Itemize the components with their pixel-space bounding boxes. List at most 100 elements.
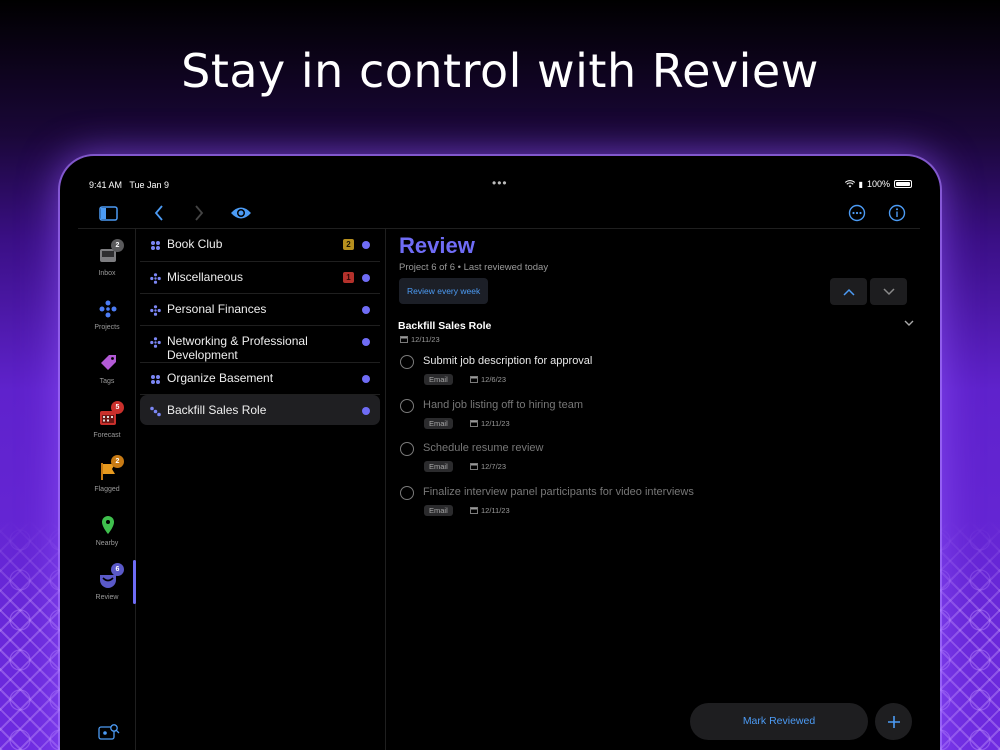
toolbar	[60, 200, 940, 228]
task-tag[interactable]: Email	[424, 504, 453, 516]
task-title: Submit job description for approval	[423, 355, 593, 367]
review-dot	[362, 306, 370, 314]
task-checkbox[interactable]	[400, 398, 414, 413]
task-checkbox[interactable]	[400, 355, 414, 369]
task-row[interactable]: Schedule resume review Email 12/7/23	[400, 440, 900, 480]
project-name: Organize Basement	[167, 371, 274, 385]
task-title: Schedule resume review	[423, 442, 544, 455]
review-interval-button[interactable]: Review every week	[399, 278, 489, 304]
project-row-book-club[interactable]: Book Club 2	[140, 229, 380, 262]
single-actions-icon	[150, 273, 161, 284]
forward-button[interactable]	[186, 200, 212, 226]
battery-percent: 100%	[866, 179, 890, 189]
multitasking-dots-icon[interactable]: •••	[492, 176, 508, 190]
flagged-badge: 2	[111, 455, 124, 468]
task-tag[interactable]: Email	[424, 417, 453, 429]
project-row-backfill-sales-role[interactable]: Backfill Sales Role	[140, 395, 380, 425]
lock-icon: ▮	[858, 179, 863, 189]
chevron-right-icon	[195, 205, 204, 221]
sidebar-icon	[98, 205, 118, 221]
info-button[interactable]	[884, 200, 910, 226]
task-title: Finalize interview panel participants fo…	[423, 485, 694, 498]
calendar-icon	[470, 463, 478, 471]
task-row[interactable]: Finalize interview panel participants fo…	[400, 484, 900, 524]
status-right: ▮ 100%	[844, 179, 912, 189]
review-detail: Review Project 6 of 6 • Last reviewed to…	[387, 229, 940, 750]
headline: Stay in control with Review	[181, 44, 819, 98]
review-dot	[362, 274, 370, 282]
parallel-project-icon	[151, 375, 160, 384]
project-name: Miscellaneous	[167, 270, 244, 284]
calendar-icon	[470, 506, 478, 514]
view-options-button[interactable]	[226, 200, 256, 226]
review-dot	[362, 407, 370, 415]
task-due: 12/11/23	[470, 505, 510, 516]
single-actions-icon	[150, 305, 161, 316]
mark-reviewed-button[interactable]: Mark Reviewed	[690, 703, 868, 740]
chevron-left-icon	[154, 205, 163, 221]
calendar-icon	[470, 376, 478, 383]
task-row[interactable]: Submit job description for approval Email…	[400, 353, 900, 393]
task-checkbox[interactable]	[400, 442, 414, 457]
project-badge: 1	[343, 272, 354, 283]
project-name: Backfill Sales Role	[167, 403, 267, 417]
previous-project-button[interactable]	[830, 278, 867, 305]
ellipsis-circle-icon	[848, 204, 866, 222]
rail-item-nearby[interactable]: Nearby	[78, 515, 136, 565]
rail-label: Nearby	[95, 540, 119, 547]
rail-item-projects[interactable]: Projects	[78, 299, 136, 349]
next-project-button[interactable]	[870, 278, 907, 305]
parallel-project-icon	[151, 241, 160, 250]
task-title: Hand job listing off to hiring team	[423, 398, 583, 411]
chevron-up-icon	[842, 288, 855, 296]
rail-item-flagged[interactable]: 2 Flagged	[78, 455, 136, 511]
rail-label: Tags	[99, 378, 115, 385]
status-bar: 9:41 AM Tue Jan 9 ••• ▮ 100%	[60, 176, 940, 192]
single-actions-icon	[150, 337, 161, 348]
status-time: 9:41 AM Tue Jan 9	[89, 180, 170, 190]
rail-label: Flagged	[94, 486, 120, 493]
ipad-frame: 9:41 AM Tue Jan 9 ••• ▮ 100% 2 Inbox Pro…	[60, 156, 940, 750]
add-item-button[interactable]	[875, 703, 912, 740]
review-subtitle: Project 6 of 6 • Last reviewed today	[399, 262, 549, 273]
collapse-chevron-icon[interactable]	[904, 320, 914, 327]
sequential-project-icon	[150, 406, 161, 417]
rail-item-tags[interactable]: Tags	[78, 353, 136, 403]
project-row-miscellaneous[interactable]: Miscellaneous 1	[140, 262, 380, 294]
more-button[interactable]	[844, 200, 870, 226]
review-dot	[362, 241, 370, 249]
task-checkbox[interactable]	[400, 485, 414, 500]
calendar-icon	[400, 336, 408, 343]
project-name: Book Club	[167, 237, 223, 251]
review-dot	[362, 338, 370, 346]
task-tag[interactable]: Email	[424, 374, 453, 385]
back-button[interactable]	[146, 200, 172, 226]
project-due: 12/11/23	[400, 335, 440, 344]
task-tag[interactable]: Email	[424, 461, 453, 473]
wifi-icon	[844, 180, 855, 188]
rail-item-inbox[interactable]: 2 Inbox	[78, 239, 136, 295]
project-row-organize-basement[interactable]: Organize Basement	[140, 363, 380, 395]
battery-icon	[894, 180, 912, 188]
rail-label: Review	[95, 594, 119, 601]
info-icon	[888, 204, 906, 222]
pin-icon	[102, 516, 114, 534]
plus-icon	[887, 715, 900, 728]
inbox-badge: 2	[111, 239, 124, 252]
sidebar-toggle-button[interactable]	[95, 200, 121, 226]
task-due: 12/7/23	[470, 461, 506, 472]
task-due: 12/6/23	[470, 374, 506, 385]
rail-item-review[interactable]: 6 Review	[78, 563, 136, 619]
project-row-networking[interactable]: Networking & Professional Development	[140, 326, 380, 363]
search-perspective-icon[interactable]	[98, 723, 120, 741]
task-due: 12/11/23	[470, 418, 510, 429]
calendar-icon	[470, 419, 478, 427]
perspective-rail: 2 Inbox Projects Tags 5 Forecast 2 Flagg…	[78, 229, 136, 750]
rail-item-forecast[interactable]: 5 Forecast	[78, 401, 136, 457]
project-heading[interactable]: Backfill Sales Role	[398, 320, 491, 332]
rail-selection-indicator	[133, 560, 136, 604]
task-row[interactable]: Hand job listing off to hiring team Email…	[400, 397, 900, 437]
project-name: Networking & Professional Development	[167, 334, 308, 362]
project-row-personal-finances[interactable]: Personal Finances	[140, 294, 380, 326]
project-name: Personal Finances	[167, 302, 267, 316]
